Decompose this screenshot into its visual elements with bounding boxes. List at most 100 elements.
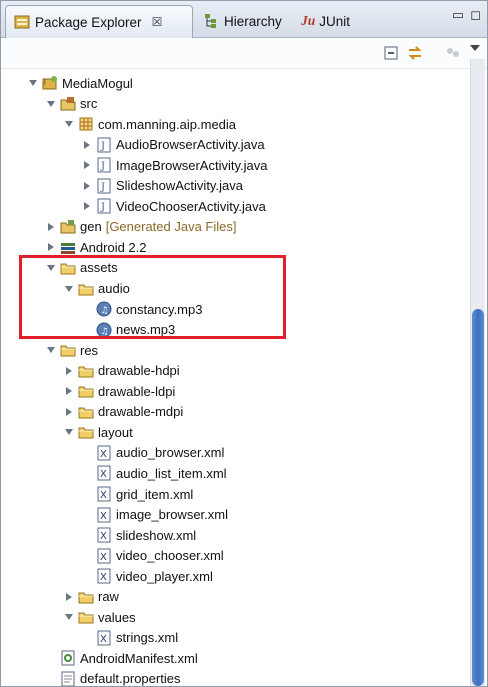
tree-item-com-manning-aip-media[interactable]: com.manning.aip.media: [63, 114, 236, 134]
collapsed-triangle-icon[interactable]: [81, 159, 93, 171]
tree-item-default-properties[interactable]: default.properties: [45, 669, 181, 687]
tree-item-imagebrowseractivity-java[interactable]: J ImageBrowserActivity.java: [81, 155, 267, 175]
manifest-file-icon: [60, 650, 76, 666]
package-icon: [78, 116, 94, 132]
tree-item-res[interactable]: res: [45, 340, 98, 360]
tab-label-hierarchy: Hierarchy: [224, 13, 282, 29]
java-file-icon: J: [96, 157, 112, 173]
tree-item-decoration: [Generated Java Files]: [105, 219, 237, 235]
close-tab-icon[interactable]: ☒: [152, 15, 163, 29]
tree-item-videochooseractivity-java[interactable]: J VideoChooserActivity.java: [81, 196, 266, 216]
tree-item-label: MediaMogul: [62, 75, 133, 91]
svg-text:X: X: [100, 634, 107, 645]
tree-item-label: layout: [98, 424, 133, 440]
generated-folder-icon: [60, 219, 76, 235]
tree-item-label: audio_browser.xml: [116, 445, 225, 461]
xml-file-icon: X: [96, 548, 112, 564]
expanded-triangle-icon[interactable]: [45, 344, 57, 356]
tree-item-layout[interactable]: layout: [63, 422, 133, 442]
tree-item-grid-item-xml[interactable]: Xgrid_item.xml: [81, 484, 193, 504]
collapsed-triangle-icon[interactable]: [63, 406, 75, 418]
xml-file-icon: X: [96, 507, 112, 523]
collapsed-triangle-icon[interactable]: [63, 365, 75, 377]
svg-text:X: X: [100, 531, 107, 542]
source-folder-icon: [60, 96, 76, 112]
tree-item-src[interactable]: src: [45, 94, 97, 114]
collapsed-triangle-icon[interactable]: [63, 385, 75, 397]
assets-highlight-box: [19, 255, 286, 339]
collapsed-triangle-icon[interactable]: [81, 180, 93, 192]
maximize-view-icon[interactable]: ◻: [470, 7, 481, 23]
properties-file-icon: [60, 671, 76, 686]
tree-item-image-browser-xml[interactable]: Ximage_browser.xml: [81, 505, 228, 525]
tree-item-label: src: [80, 96, 98, 112]
tree-item-label: res: [80, 342, 99, 358]
svg-text:X: X: [100, 469, 107, 480]
view-tab-bar: Package Explorer ☒ Hierarchy Ju JUnit ▭ …: [1, 1, 487, 38]
collapsed-triangle-icon[interactable]: [81, 200, 93, 212]
view-toolbar: [1, 38, 487, 69]
svg-text:J: J: [100, 202, 105, 213]
tab-package-explorer[interactable]: Package Explorer ☒: [5, 5, 193, 38]
tree-item-raw[interactable]: raw: [63, 587, 119, 607]
folder-icon: [78, 404, 94, 420]
collapsed-triangle-icon[interactable]: [63, 591, 75, 603]
tree-item-drawable-ldpi[interactable]: drawable-ldpi: [63, 381, 175, 401]
tree-item-label: grid_item.xml: [116, 486, 194, 502]
package-explorer-view: Package Explorer ☒ Hierarchy Ju JUnit ▭ …: [0, 0, 488, 687]
tab-junit[interactable]: Ju JUnit: [299, 5, 363, 37]
collapsed-triangle-icon[interactable]: [45, 241, 57, 253]
junit-icon: Ju: [301, 13, 316, 28]
svg-text:X: X: [100, 490, 107, 501]
tree-item-label: VideoChooserActivity.java: [116, 198, 266, 214]
library-icon: [60, 239, 76, 255]
tree-item-label: default.properties: [80, 671, 181, 687]
tree-item-androidmanifest-xml[interactable]: AndroidManifest.xml: [45, 648, 198, 668]
view-dropdown-icon[interactable]: [469, 40, 485, 56]
tree-item-gen[interactable]: gen [Generated Java Files]: [45, 217, 237, 237]
tree-item-audiobrowseractivity-java[interactable]: J AudioBrowserActivity.java: [81, 135, 265, 155]
svg-text:J: J: [100, 141, 105, 152]
scrollbar-thumb[interactable]: [472, 309, 484, 686]
tree-item-audio-list-item-xml[interactable]: Xaudio_list_item.xml: [81, 463, 227, 483]
expanded-triangle-icon[interactable]: [63, 426, 75, 438]
tab-label-package-explorer: Package Explorer: [35, 14, 142, 30]
expanded-triangle-icon[interactable]: [63, 611, 75, 623]
tree-item-drawable-hdpi[interactable]: drawable-hdpi: [63, 361, 180, 381]
expanded-triangle-icon[interactable]: [27, 77, 39, 89]
minimize-view-icon[interactable]: ▭: [452, 7, 464, 23]
tree-item-label: image_browser.xml: [116, 507, 228, 523]
expanded-triangle-icon[interactable]: [63, 118, 75, 130]
tree-item-audio-browser-xml[interactable]: Xaudio_browser.xml: [81, 443, 224, 463]
xml-file-icon: X: [96, 486, 112, 502]
svg-text:J: J: [100, 182, 105, 193]
tree-item-label: AudioBrowserActivity.java: [116, 137, 265, 153]
folder-icon: [78, 363, 94, 379]
tree-item-slideshowactivity-java[interactable]: J SlideshowActivity.java: [81, 176, 243, 196]
tree-item-mediamogul[interactable]: J MediaMogul: [27, 73, 133, 93]
collapse-all-icon[interactable]: [383, 45, 399, 61]
tree-item-strings-xml[interactable]: Xstrings.xml: [81, 628, 178, 648]
xml-file-icon: X: [96, 527, 112, 543]
vertical-scrollbar[interactable]: [470, 59, 485, 686]
tree-item-drawable-mdpi[interactable]: drawable-mdpi: [63, 402, 183, 422]
folder-icon: [78, 589, 94, 605]
java-file-icon: J: [96, 178, 112, 194]
tree-item-values[interactable]: values: [63, 607, 136, 627]
tab-hierarchy[interactable]: Hierarchy: [201, 5, 293, 37]
tree-item-video-chooser-xml[interactable]: Xvideo_chooser.xml: [81, 546, 224, 566]
tree-item-video-player-xml[interactable]: Xvideo_player.xml: [81, 566, 213, 586]
svg-text:X: X: [100, 572, 107, 583]
collapsed-triangle-icon[interactable]: [45, 221, 57, 233]
link-with-editor-icon[interactable]: [407, 45, 423, 61]
project-tree: J MediaMogul src com.manning.aip.media J Audi…: [1, 69, 487, 686]
collapsed-triangle-icon[interactable]: [81, 139, 93, 151]
view-menu-icon[interactable]: [445, 45, 461, 61]
expanded-triangle-icon[interactable]: [45, 98, 57, 110]
tree-item-label: strings.xml: [116, 630, 179, 646]
tree-item-slideshow-xml[interactable]: Xslideshow.xml: [81, 525, 196, 545]
